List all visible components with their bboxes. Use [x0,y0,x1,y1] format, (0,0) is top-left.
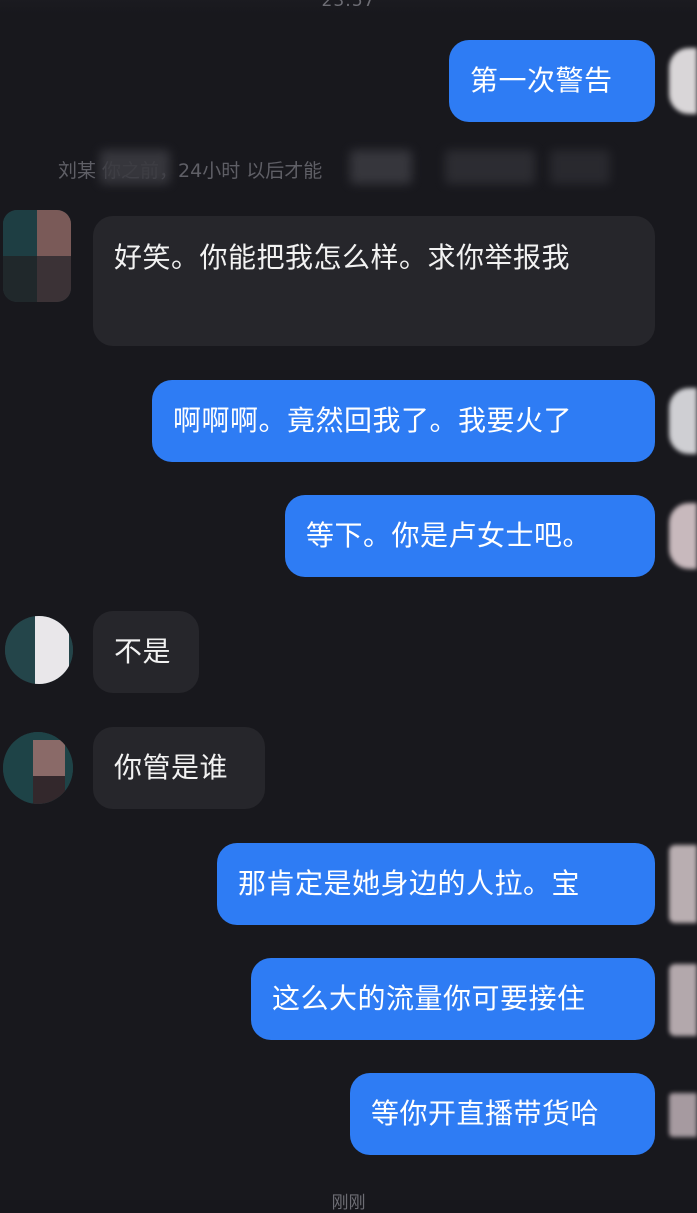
message-text: 这么大的流量你可要接住 [272,982,586,1015]
message-bubble-theirs[interactable]: 不是 [93,611,199,693]
self-avatar-icon[interactable] [669,845,697,923]
message-text: 好笑。你能把我怎么样。求你举报我 [114,241,571,274]
contact-avatar-icon[interactable] [5,616,73,684]
message-text: 不是 [114,635,172,668]
chat-screen: 23:57 第一次警告 刘某 你之前，24小时 以后才能 好笑。你能把我怎么样。… [0,0,697,1213]
notice-redaction [350,150,412,184]
self-avatar-icon[interactable] [669,1093,697,1137]
message-text: 那肯定是她身边的人拉。宝 [238,867,581,900]
message-text: 啊啊啊。竟然回我了。我要火了 [173,404,573,437]
message-text: 第一次警告 [470,64,613,97]
message-bubble-mine[interactable]: 等你开直播带货哈 [350,1073,655,1155]
top-timestamp: 23:57 [321,0,376,11]
message-text: 你管是谁 [114,751,229,784]
message-bubble-theirs[interactable]: 好笑。你能把我怎么样。求你举报我 [93,216,655,346]
self-avatar-icon[interactable] [669,964,697,1036]
self-avatar-icon[interactable] [669,388,697,454]
notice-redaction [445,150,535,184]
message-bubble-mine[interactable]: 等下。你是卢女士吧。 [285,495,655,577]
message-text: 等下。你是卢女士吧。 [306,519,592,552]
message-bubble-theirs[interactable]: 你管是谁 [93,727,265,809]
notice-redaction [550,150,610,184]
message-bubble-mine[interactable]: 这么大的流量你可要接住 [251,958,655,1040]
self-avatar-icon[interactable] [669,503,697,569]
contact-avatar-icon[interactable] [3,732,73,804]
system-notice: 刘某 你之前，24小时 以后才能 [50,150,650,184]
message-bubble-mine[interactable]: 第一次警告 [449,40,655,122]
contact-avatar-icon[interactable] [3,210,71,302]
message-bubble-mine[interactable]: 啊啊啊。竟然回我了。我要火了 [152,380,655,462]
self-avatar-icon[interactable] [669,48,697,114]
message-bubble-mine[interactable]: 那肯定是她身边的人拉。宝 [217,843,655,925]
message-text: 等你开直播带货哈 [371,1097,600,1130]
bottom-timestamp: 刚刚 [331,1193,366,1213]
notice-redaction [100,150,170,184]
